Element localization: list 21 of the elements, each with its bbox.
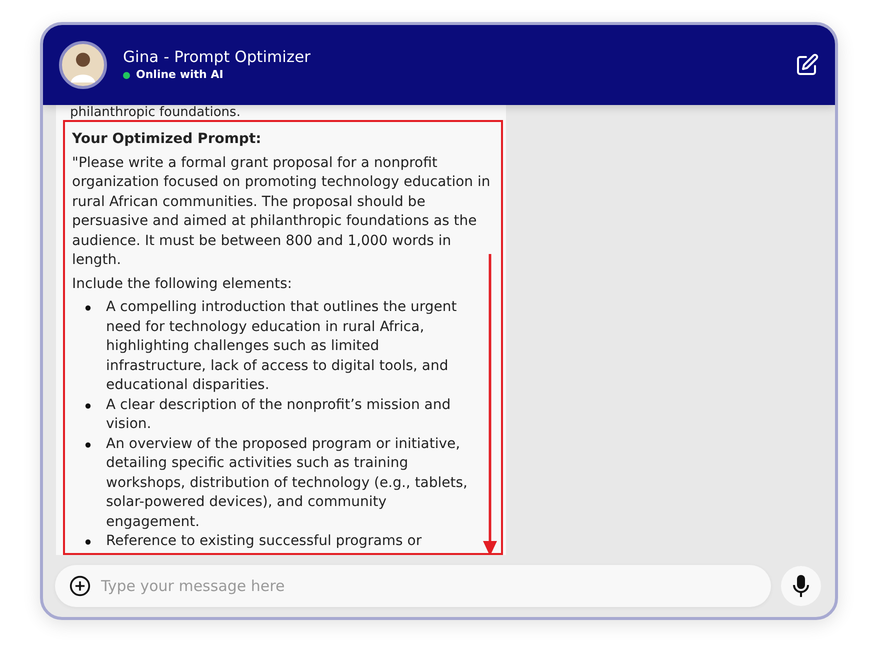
prompt-heading: Your Optimized Prompt: xyxy=(72,130,262,149)
bullet-text: Reference to existing successful programs or xyxy=(106,532,422,551)
bullet-icon xyxy=(84,440,92,448)
chat-title: Gina - Prompt Optimizer xyxy=(123,46,310,67)
message-field[interactable]: Type your message here xyxy=(55,565,771,607)
microphone-icon xyxy=(793,575,809,597)
message-text: philanthropic foundations. xyxy=(69,105,242,120)
bullet-text: An overview of the proposed program or initiative, detailing specific activities such as training workshops, distribution of technology (e.g., tablets, solar-powered devices), and community engagement. xyxy=(106,434,469,532)
message-input[interactable]: Type your message here xyxy=(99,574,757,598)
microphone-button[interactable] xyxy=(781,566,821,606)
bullet-icon xyxy=(84,538,92,546)
status-text: Online with AI xyxy=(136,66,224,83)
prompt-paragraph: "Please write a formal grant proposal for a nonprofit organization focused on promoting technology education in rural African communities. The proposal should be persuasive and aimed at philanthropic foundations as the audience. It must be between 800 and 1,000 words in length. xyxy=(72,154,492,270)
new-chat-button[interactable] xyxy=(795,52,819,78)
bullet-text: A clear description of the nonprofit’s mission and vision. xyxy=(106,396,452,434)
bullet-text: A compelling introduction that outlines the urgent need for technology education in rural Africa, highlighting challenges such as limited infrastructure, lack of access to digital tools, and educational disparities. xyxy=(106,298,458,395)
bullet-icon xyxy=(84,402,92,410)
avatar-icon xyxy=(59,41,107,89)
bullet-icon xyxy=(84,304,92,312)
add-icon[interactable] xyxy=(69,575,91,597)
prompt-paragraph: Include the following elements: xyxy=(72,274,293,294)
